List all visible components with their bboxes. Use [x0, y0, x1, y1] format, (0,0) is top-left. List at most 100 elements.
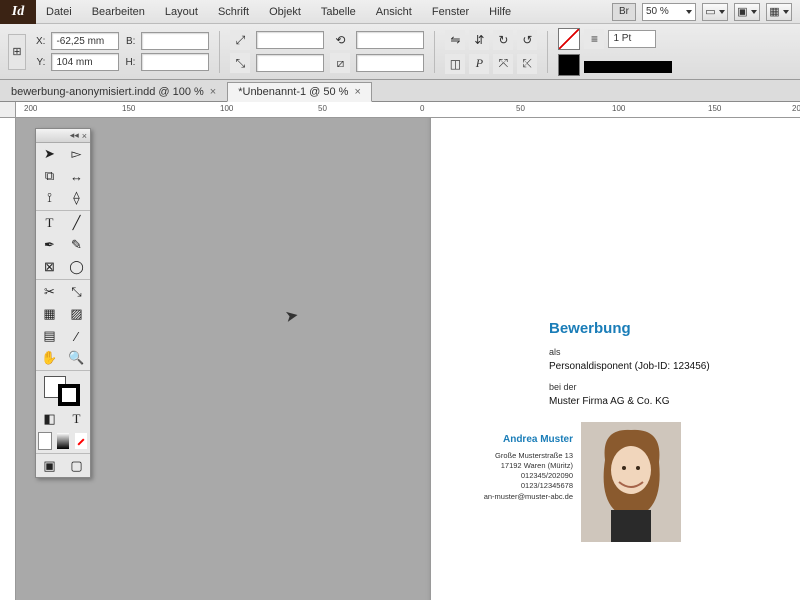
control-bar: ⊞ X: -62,25 mm B: Y: 104 mm H: ⤢ ⟲ ⤡ ⧄ ⇋…: [0, 24, 800, 80]
menu-tabelle[interactable]: Tabelle: [311, 0, 366, 24]
fill-swatch[interactable]: [558, 28, 580, 50]
w-input[interactable]: [141, 32, 209, 50]
pen-tool[interactable]: ✒: [36, 234, 63, 256]
w-label: B:: [125, 36, 135, 47]
zoom-tool[interactable]: 🔍: [63, 347, 90, 369]
shear-icon: ⧄: [330, 53, 350, 73]
menu-schrift[interactable]: Schrift: [208, 0, 259, 24]
fit-content-icon[interactable]: ⤧: [493, 54, 513, 74]
flip-v-icon[interactable]: ⇵: [469, 30, 489, 50]
select-content-icon[interactable]: P: [469, 54, 489, 74]
bridge-button[interactable]: Br: [612, 3, 636, 21]
flip-h-icon[interactable]: ⇋: [445, 30, 465, 50]
ruler-tick: 150: [708, 104, 721, 113]
pasteboard[interactable]: Bewerbung als Personaldisponent (Job-ID:…: [16, 118, 800, 600]
cover-at: bei der: [549, 382, 781, 392]
page-tool[interactable]: ⧉: [36, 165, 63, 187]
chevron-down-icon: [686, 10, 692, 14]
y-input[interactable]: 104 mm: [51, 53, 119, 71]
eyedropper-tool[interactable]: ⁄: [63, 325, 90, 347]
rectangle-frame-tool[interactable]: ⊠: [36, 256, 63, 278]
screen-mode-button[interactable]: ▣: [734, 3, 760, 21]
zoom-combo[interactable]: 50 %: [642, 3, 696, 21]
doc-tab-2[interactable]: *Unbenannt-1 @ 50 % ×: [227, 82, 372, 102]
toolbox[interactable]: ◂◂× ➤ ▻ ⧉ ↔ ⟟ ⟠ T ╱ ✒ ✎ ⊠ ◯ ✂ ⤡ ▦ ▨ ▤ ⁄ …: [35, 128, 91, 478]
toolbox-header[interactable]: ◂◂×: [36, 129, 90, 143]
close-icon[interactable]: ×: [354, 86, 360, 98]
hand-tool[interactable]: ✋: [36, 347, 63, 369]
doc-tab-1[interactable]: bewerbung-anonymisiert.indd @ 100 % ×: [0, 82, 227, 101]
addr-line: 0123/12345678: [475, 481, 573, 491]
scale-y-input[interactable]: [256, 54, 324, 72]
menu-datei[interactable]: Datei: [36, 0, 82, 24]
gradient-swatch-tool[interactable]: ▦: [36, 303, 63, 325]
page[interactable]: Bewerbung als Personaldisponent (Job-ID:…: [431, 118, 800, 600]
close-icon[interactable]: ×: [210, 86, 216, 98]
line-tool[interactable]: ╱: [63, 212, 90, 234]
arrange-button[interactable]: ▦: [766, 3, 792, 21]
menu-hilfe[interactable]: Hilfe: [479, 0, 521, 24]
pencil-tool[interactable]: ✎: [63, 234, 90, 256]
stroke-weight-icon: ≡: [584, 29, 604, 49]
selection-tool[interactable]: ➤: [36, 143, 63, 165]
select-container-icon[interactable]: ◫: [445, 54, 465, 74]
free-transform-tool[interactable]: ⤡: [63, 281, 90, 303]
collapse-icon[interactable]: ◂◂: [70, 130, 79, 141]
menu-bearbeiten[interactable]: Bearbeiten: [82, 0, 155, 24]
horizontal-ruler[interactable]: 200 150 100 50 0 50 100 150 200: [16, 102, 800, 118]
formatting-text-icon[interactable]: T: [63, 408, 90, 430]
ellipse-tool[interactable]: ◯: [63, 256, 90, 278]
scale-y-icon: ⤡: [230, 53, 250, 73]
scale-x-input[interactable]: [256, 31, 324, 49]
addr-line: 17192 Waren (Müritz): [475, 461, 573, 471]
apply-none-icon[interactable]: [74, 432, 88, 450]
addr-line: 012345/202090: [475, 471, 573, 481]
normal-view-icon[interactable]: ▣: [36, 455, 63, 477]
close-icon[interactable]: ×: [82, 131, 87, 141]
gap-tool[interactable]: ↔: [63, 165, 90, 187]
rotate-ccw-icon[interactable]: ↺: [517, 30, 537, 50]
formatting-container-icon[interactable]: ◧: [36, 408, 63, 430]
stroke-weight-input[interactable]: 1 Pt: [608, 30, 656, 48]
ruler-tick: 0: [420, 104, 424, 113]
rotate-cw-icon[interactable]: ↻: [493, 30, 513, 50]
vertical-ruler[interactable]: [0, 102, 16, 600]
view-mode-button[interactable]: ▭: [702, 3, 728, 21]
menu-fenster[interactable]: Fenster: [422, 0, 479, 24]
apply-gradient-icon[interactable]: [56, 432, 70, 450]
direct-selection-tool[interactable]: ▻: [63, 143, 90, 165]
scissors-tool[interactable]: ✂: [36, 281, 63, 303]
menu-ansicht[interactable]: Ansicht: [366, 0, 422, 24]
ruler-tick: 200: [792, 104, 800, 113]
x-label: X:: [36, 36, 45, 47]
apply-color-icon[interactable]: [38, 432, 52, 450]
content-placer-tool[interactable]: ⟠: [63, 187, 90, 209]
type-tool[interactable]: T: [36, 212, 63, 234]
h-input[interactable]: [141, 53, 209, 71]
stroke-style-combo[interactable]: [584, 61, 672, 73]
shear-input[interactable]: [356, 54, 424, 72]
gradient-feather-tool[interactable]: ▨: [63, 303, 90, 325]
ruler-tick: 150: [122, 104, 135, 113]
menu-objekt[interactable]: Objekt: [259, 0, 311, 24]
fill-stroke-swatch[interactable]: [36, 372, 90, 408]
menu-layout[interactable]: Layout: [155, 0, 208, 24]
doc-tab-1-label: bewerbung-anonymisiert.indd @ 100 %: [11, 86, 204, 98]
applicant-photo: [581, 422, 681, 542]
scale-x-icon: ⤢: [230, 30, 250, 50]
ruler-origin[interactable]: [0, 102, 16, 118]
ruler-tick: 100: [220, 104, 233, 113]
reference-point-icon[interactable]: ⊞: [8, 34, 26, 70]
fit-frame-icon[interactable]: ⤪: [517, 54, 537, 74]
rotate-input[interactable]: [356, 31, 424, 49]
y-label: Y:: [36, 57, 45, 68]
content-collector-tool[interactable]: ⟟: [36, 187, 63, 209]
addr-line: Große Musterstraße 13: [475, 451, 573, 461]
preview-view-icon[interactable]: ▢: [63, 455, 90, 477]
cover-company: Muster Firma AG & Co. KG: [549, 396, 781, 407]
cover-position: Personaldisponent (Job-ID: 123456): [549, 361, 781, 372]
x-input[interactable]: -62,25 mm: [51, 32, 119, 50]
stroke-swatch[interactable]: [558, 54, 580, 76]
h-label: H:: [125, 57, 135, 68]
note-tool[interactable]: ▤: [36, 325, 63, 347]
